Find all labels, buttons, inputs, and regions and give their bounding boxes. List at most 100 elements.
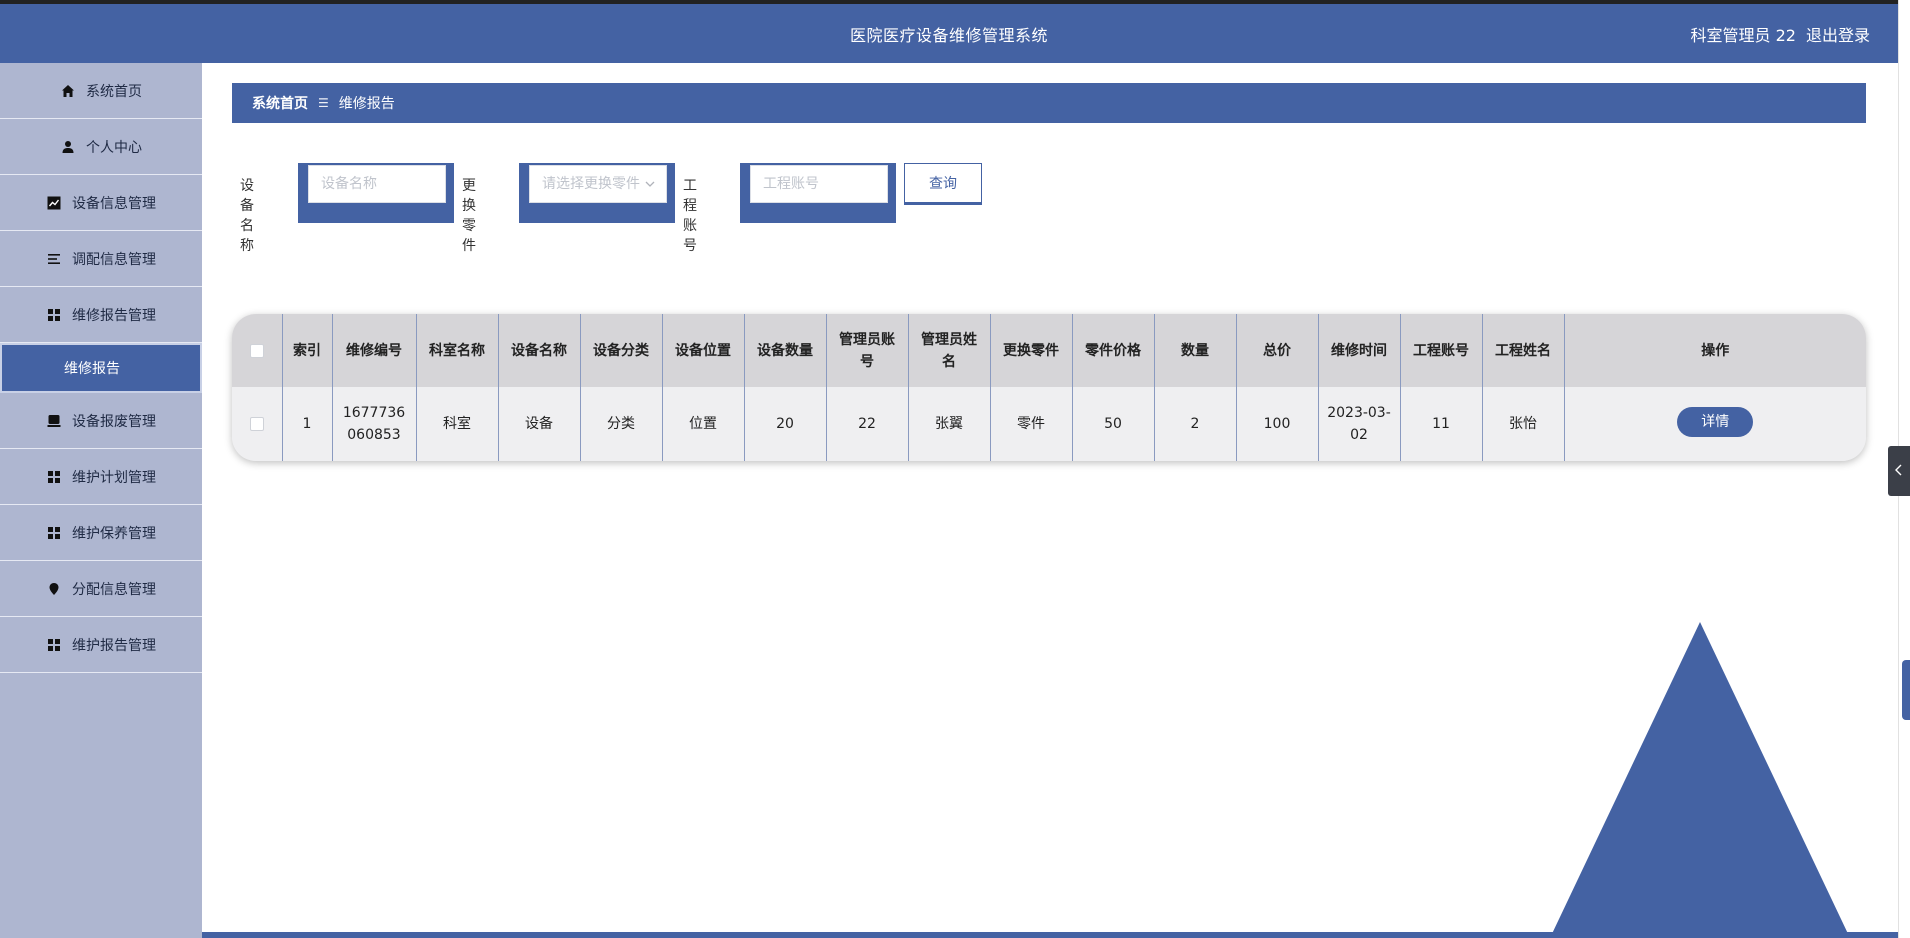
sidebar-item-label: 系统首页 (86, 83, 142, 100)
col-header: 数量 (1154, 314, 1237, 387)
cell-qty: 20 (744, 387, 827, 461)
col-header: 工程姓名 (1482, 314, 1565, 387)
user-icon (60, 139, 76, 155)
sidebar-item-label: 维护保养管理 (72, 525, 156, 542)
cell-index: 1 (282, 387, 333, 461)
list-icon (46, 251, 62, 267)
engineer-account-label: 工程账号 (683, 178, 697, 254)
sidebar-item-home[interactable]: 系统首页 (0, 63, 202, 119)
col-header: 零件价格 (1072, 314, 1155, 387)
cell-dept: 科室 (416, 387, 499, 461)
table-header-row: 索引 维修编号 科室名称 设备名称 设备分类 设备位置 设备数量 管理员账号 管… (232, 314, 1866, 387)
pin-icon (46, 581, 62, 597)
chevron-left-icon (1894, 464, 1904, 479)
col-header: 科室名称 (416, 314, 499, 387)
query-button[interactable]: 查询 (904, 163, 982, 205)
device-icon (46, 413, 62, 429)
sidebar-item-label: 维护报告管理 (72, 637, 156, 654)
breadcrumb: 系统首页 ☰ 维修报告 (232, 83, 1866, 123)
select-all-checkbox[interactable] (249, 343, 264, 358)
sidebar-item-label: 设备信息管理 (72, 195, 156, 212)
sidebar-item-device-info[interactable]: 设备信息管理 (0, 175, 202, 231)
col-header: 管理员账号 (826, 314, 909, 387)
sidebar-item-maintenance-report[interactable]: 维护报告管理 (0, 617, 202, 673)
sidebar-item-repair-report[interactable]: 维修报告 (0, 343, 202, 393)
chart-icon (46, 195, 62, 211)
device-name-label: 设备名称 (240, 178, 254, 254)
col-header: 总价 (1236, 314, 1319, 387)
app-title: 医院医疗设备维修管理系统 (849, 26, 1048, 45)
home-icon (60, 83, 76, 99)
col-header: 设备分类 (580, 314, 663, 387)
col-header: 操作 (1564, 314, 1866, 387)
sidebar-item-label: 设备报废管理 (72, 413, 156, 430)
col-header: 工程账号 (1400, 314, 1483, 387)
sidebar: 系统首页 个人中心 设备信息管理 调配信息管理 维修报告管理 维修报告 设备报废… (0, 63, 202, 938)
select-all-cell (232, 314, 283, 387)
detail-button[interactable]: 详情 (1677, 407, 1754, 437)
cell-count: 2 (1154, 387, 1237, 461)
cell-repair-time: 2023-03-02 (1318, 387, 1401, 461)
cell-repair-no: 1677736060853 (332, 387, 417, 461)
grid-icon (46, 307, 62, 323)
col-header: 更换零件 (990, 314, 1073, 387)
grid-icon (46, 469, 62, 485)
sidebar-item-maintenance-plan[interactable]: 维护计划管理 (0, 449, 202, 505)
sidebar-item-label: 个人中心 (86, 139, 142, 156)
breadcrumb-current: 维修报告 (338, 96, 395, 112)
col-header: 索引 (282, 314, 333, 387)
parts-select[interactable]: 请选择更换零件 (529, 165, 667, 203)
sidebar-item-allocation[interactable]: 调配信息管理 (0, 231, 202, 287)
current-user: 科室管理员 22 (1690, 26, 1796, 45)
side-drawer-handle[interactable] (1902, 660, 1910, 720)
chevron-down-icon (644, 166, 656, 216)
parts-select-placeholder: 请选择更换零件 (542, 176, 640, 192)
col-header: 设备位置 (662, 314, 745, 387)
breadcrumb-home[interactable]: 系统首页 (252, 93, 308, 113)
cell-part-price: 50 (1072, 387, 1155, 461)
cell-admin-name: 张翼 (908, 387, 991, 461)
cell-device: 设备 (498, 387, 581, 461)
cell-action: 详情 (1564, 387, 1866, 461)
sidebar-item-maintenance-care[interactable]: 维护保养管理 (0, 505, 202, 561)
col-header: 设备数量 (744, 314, 827, 387)
sidebar-item-profile[interactable]: 个人中心 (0, 119, 202, 175)
collapse-panel-button[interactable] (1888, 446, 1910, 496)
parts-box: 请选择更换零件 (519, 163, 675, 223)
col-header: 维修编号 (332, 314, 417, 387)
user-area: 科室管理员 22 退出登录 (1681, 22, 1870, 46)
col-header: 设备名称 (498, 314, 581, 387)
engineer-account-box (740, 163, 896, 223)
sidebar-item-label: 调配信息管理 (72, 251, 156, 268)
table-row: 1 1677736060853 科室 设备 分类 位置 20 22 张翼 零件 … (232, 387, 1866, 461)
sidebar-item-label: 分配信息管理 (72, 581, 156, 598)
cell-engineer-name: 张怡 (1482, 387, 1565, 461)
grid-icon (46, 525, 62, 541)
top-header: 医院医疗设备维修管理系统 科室管理员 22 退出登录 (0, 0, 1898, 63)
sidebar-item-label: 维修报告管理 (72, 307, 156, 324)
sidebar-item-scrap[interactable]: 设备报废管理 (0, 393, 202, 449)
cell-category: 分类 (580, 387, 663, 461)
cell-part: 零件 (990, 387, 1073, 461)
grid-icon (46, 637, 62, 653)
sidebar-item-distribution[interactable]: 分配信息管理 (0, 561, 202, 617)
device-name-input[interactable] (308, 165, 446, 203)
cell-total: 100 (1236, 387, 1319, 461)
row-checkbox[interactable] (249, 417, 264, 431)
sidebar-item-label: 维修报告 (64, 361, 120, 377)
cell-admin-account: 22 (826, 387, 909, 461)
breadcrumb-separator-icon: ☰ (318, 96, 329, 110)
col-header: 维修时间 (1318, 314, 1401, 387)
cell-engineer-account: 11 (1400, 387, 1483, 461)
bottom-accent-bar (202, 932, 1898, 938)
repair-report-table: 索引 维修编号 科室名称 设备名称 设备分类 设备位置 设备数量 管理员账号 管… (232, 314, 1866, 461)
sidebar-item-repair-report-mgmt[interactable]: 维修报告管理 (0, 287, 202, 343)
row-select-cell (232, 387, 283, 461)
cell-location: 位置 (662, 387, 745, 461)
engineer-account-input[interactable] (750, 165, 888, 203)
logout-link[interactable]: 退出登录 (1806, 26, 1870, 45)
decorative-triangle (1550, 622, 1850, 938)
device-name-box (298, 163, 454, 223)
col-header: 管理员姓名 (908, 314, 991, 387)
sidebar-item-label: 维护计划管理 (72, 469, 156, 486)
